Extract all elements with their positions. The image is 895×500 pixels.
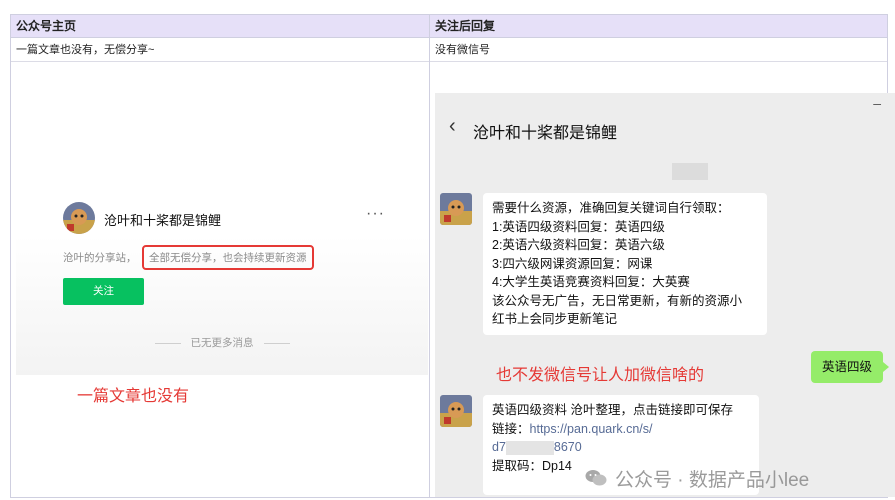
sender-avatar[interactable] <box>440 193 472 225</box>
user-reply-bubble: 英语四级 <box>811 351 889 383</box>
no-more-messages: 已无更多消息 <box>16 335 428 350</box>
cell-homepage-note: 一篇文章也没有，无偿分享~ <box>11 39 429 62</box>
annotation-no-wechat-id: 也不发微信号让人加微信啥的 <box>496 367 705 384</box>
column-divider <box>429 15 430 497</box>
sender-avatar[interactable] <box>440 395 472 427</box>
header-homepage: 公众号主页 <box>11 15 429 38</box>
message-line: 红书上会同步更新笔记 <box>492 312 618 326</box>
auto-reply-message: 需要什么资源，准确回复关键词自行领取： 1:英语四级资料回复：英语四级 2:英语… <box>483 193 767 335</box>
account-intro-highlight: 全部无偿分享，也会持续更新资源 <box>142 245 314 270</box>
message-line: 4:大学生英语竞赛资料回复：大英赛 <box>492 275 690 289</box>
chat-screenshot: – ‹ 沧叶和十桨都是锦鲤 需要什么资源，准确回复关键词自行领取： 1:英语四级… <box>435 93 895 497</box>
account-homepage-screenshot: 沧叶和十桨都是锦鲤 ··· 沧叶的分享站， 全部无偿分享，也会持续更新资源 关注… <box>16 65 428 375</box>
message-line: 2:英语六级资料回复：英语六级 <box>492 238 665 252</box>
blurred-timestamp <box>672 163 708 180</box>
back-arrow-icon[interactable]: ‹ <box>449 115 456 138</box>
annotation-no-articles: 一篇文章也没有 <box>77 388 190 405</box>
message-line: 该公众号无广告，无日常更新，有新的资源小 <box>492 293 743 308</box>
message-line: 英语四级资料 沧叶整理，点击链接即可保存 <box>492 403 733 417</box>
share-link[interactable]: https://pan.quark.cn/s/ <box>530 422 653 436</box>
account-avatar[interactable] <box>63 202 95 234</box>
account-intro: 沧叶的分享站， <box>63 252 137 264</box>
wechat-logo-icon <box>585 469 607 493</box>
watermark: 公众号 · 数据产品小lee <box>585 465 809 493</box>
watermark-text: 公众号 · 数据产品小lee <box>615 470 810 491</box>
message-line: 需要什么资源，准确回复关键词自行领取： <box>492 201 730 215</box>
blurred-link-segment <box>505 440 554 455</box>
chat-title: 沧叶和十桨都是锦鲤 <box>473 125 618 142</box>
no-more-label: 已无更多消息 <box>190 337 254 349</box>
share-link-code-end[interactable]: 8670 <box>554 440 582 454</box>
header-auto-reply: 关注后回复 <box>430 15 887 38</box>
message-line: 1:英语四级资料回复：英语四级 <box>492 219 665 234</box>
link-line-2: d7 8670 <box>492 438 750 457</box>
comparison-table: 公众号主页 关注后回复 一篇文章也没有，无偿分享~ 没有微信号 沧叶和十桨都是锦… <box>10 14 895 498</box>
more-options-icon[interactable]: ··· <box>366 205 385 223</box>
minimize-icon[interactable]: – <box>873 95 881 111</box>
divider-line <box>263 342 290 344</box>
divider-line <box>154 342 181 344</box>
follow-button[interactable]: 关注 <box>63 278 144 305</box>
link-line: 链接：https://pan.quark.cn/s/ <box>492 420 750 439</box>
share-link-code-start[interactable]: d7 <box>492 440 506 454</box>
account-name: 沧叶和十桨都是锦鲤 <box>104 213 222 228</box>
link-label: 链接： <box>492 421 530 436</box>
cell-reply-note: 没有微信号 <box>430 39 887 62</box>
message-line: 3:四六级网课资源回复：网课 <box>492 256 653 271</box>
